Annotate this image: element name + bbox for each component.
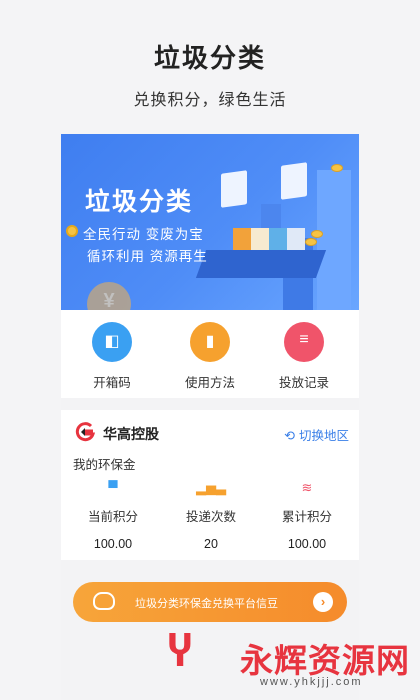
coins-stack-icon: ≋ xyxy=(301,480,313,495)
watermark-logo-icon: Ⴤ xyxy=(168,630,192,676)
action-label: 投放记录 xyxy=(278,376,329,390)
recycle-card-icon xyxy=(221,170,247,208)
switch-region-label: 切换地区 xyxy=(298,429,349,443)
stat-label: 当前积分 xyxy=(87,510,138,524)
page-title: 垃圾分类 xyxy=(153,43,266,73)
current-points-stat[interactable]: ▀ 当前积分 100.00 xyxy=(65,480,161,551)
stat-label: 累计积分 xyxy=(281,510,332,524)
app-screen: ¥ 垃圾分类 全民行动 变废为宝 循环利用 资源再生 ◧ 开箱码 ▮ 使用方法 … xyxy=(61,134,359,700)
banner-slogan: 全民行动 变废为宝 xyxy=(83,227,204,242)
recycle-card-icon xyxy=(281,162,307,200)
watermark: Ⴤ 永辉资源网 www.yhkjjj.com xyxy=(0,622,420,700)
trash-bin-icon xyxy=(251,228,269,250)
book-icon: ▮ xyxy=(190,322,230,362)
stat-value: 20 xyxy=(204,537,218,551)
total-points-stat[interactable]: ≋ 累计积分 100.00 xyxy=(259,480,355,551)
stat-label: 投递次数 xyxy=(185,510,236,524)
drop-count-stat[interactable]: ▂▅▃ 投递次数 20 xyxy=(163,480,259,551)
drop-records-button[interactable]: ≡ 投放记录 xyxy=(259,322,349,391)
action-label: 使用方法 xyxy=(184,376,235,390)
coin-icon xyxy=(311,230,323,238)
chevron-right-icon: › xyxy=(313,592,333,612)
record-icon: ≡ xyxy=(284,322,324,362)
refresh-icon: ⟲ xyxy=(284,428,295,443)
wallet-icon: ▀ xyxy=(108,480,118,495)
exchange-platform-button[interactable]: 垃圾分类环保金兑换平台信豆 › xyxy=(73,582,347,622)
company-logo-icon xyxy=(75,422,95,442)
coin-icon xyxy=(66,225,78,237)
trash-bin-icon xyxy=(287,228,305,250)
exchange-label: 垃圾分类环保金兑换平台信豆 xyxy=(135,598,278,610)
stat-value: 100.00 xyxy=(93,537,133,551)
decor-tower xyxy=(317,170,351,310)
trash-bin-icon xyxy=(233,228,251,250)
decor-platform xyxy=(195,250,327,278)
banner-title: 垃圾分类 xyxy=(85,188,194,216)
company-name: 华高控股 xyxy=(103,426,159,442)
wallet-label: 我的环保金 xyxy=(73,458,136,472)
coin-icon xyxy=(305,238,317,246)
account-card: 华高控股 ⟲ 切换地区 我的环保金 ▀ 当前积分 100.00 ▂▅▃ 投递次数 … xyxy=(61,410,359,560)
watermark-url: www.yhkjjj.com xyxy=(260,676,363,688)
promo-banner[interactable]: ¥ 垃圾分类 全民行动 变废为宝 循环利用 资源再生 xyxy=(61,134,359,310)
yuan-coin-icon: ¥ xyxy=(87,282,131,310)
piggy-bank-icon xyxy=(93,592,115,610)
watermark-name: 永辉资源网 xyxy=(240,642,410,679)
switch-region-button[interactable]: ⟲ 切换地区 xyxy=(284,425,349,444)
page-subtitle: 兑换积分，绿色生活 xyxy=(133,92,287,109)
bar-chart-icon: ▂▅▃ xyxy=(196,480,226,495)
open-box-code-button[interactable]: ◧ 开箱码 xyxy=(67,322,157,391)
stat-value: 100.00 xyxy=(287,537,327,551)
coin-icon xyxy=(331,164,343,172)
box-icon: ◧ xyxy=(92,322,132,362)
trash-bin-icon xyxy=(269,228,287,250)
banner-slogan: 循环利用 资源再生 xyxy=(87,249,208,264)
quick-actions: ◧ 开箱码 ▮ 使用方法 ≡ 投放记录 xyxy=(61,310,359,398)
usage-guide-button[interactable]: ▮ 使用方法 xyxy=(165,322,255,391)
action-label: 开箱码 xyxy=(93,376,131,390)
